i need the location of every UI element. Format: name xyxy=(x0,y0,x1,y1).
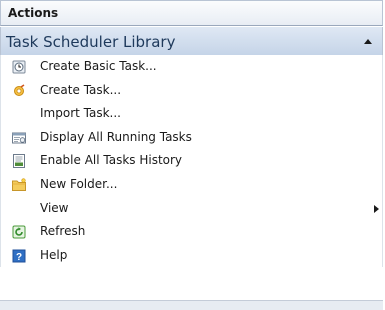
action-label: Create Basic Task... xyxy=(40,59,157,73)
action-import-task[interactable]: Import Task... xyxy=(1,102,382,126)
action-label: Import Task... xyxy=(40,106,121,121)
action-refresh[interactable]: Refresh xyxy=(1,220,382,244)
action-view[interactable]: View xyxy=(1,197,382,221)
action-label: Display All Running Tasks xyxy=(40,129,192,144)
action-label: New Folder... xyxy=(40,176,118,191)
action-label: Create Task... xyxy=(40,82,122,97)
action-enable-tasks-history[interactable]: Enable All Tasks History xyxy=(1,149,382,173)
help-icon: ? xyxy=(12,249,26,263)
section-title: Task Scheduler Library xyxy=(6,33,176,51)
action-create-task[interactable]: Create Task... xyxy=(1,79,382,103)
action-label: Enable All Tasks History xyxy=(40,153,183,168)
section-header-task-scheduler-library[interactable]: Task Scheduler Library xyxy=(0,27,383,55)
running-tasks-icon xyxy=(12,132,26,144)
action-label: View xyxy=(40,200,69,215)
pane-footer xyxy=(0,301,383,310)
action-create-basic-task[interactable]: Create Basic Task... xyxy=(1,55,382,79)
action-label: Refresh xyxy=(40,224,86,239)
svg-text:?: ? xyxy=(16,252,22,263)
action-new-folder[interactable]: New Folder... xyxy=(1,173,382,197)
actions-pane-title: Actions xyxy=(0,0,383,26)
task-gear-icon xyxy=(14,83,25,96)
refresh-icon xyxy=(12,225,26,239)
action-list: Create Basic Task... Create Task... Impo… xyxy=(0,55,383,268)
chevron-up-icon[interactable] xyxy=(364,39,372,44)
folder-icon xyxy=(12,178,26,191)
history-icon xyxy=(13,154,25,169)
clock-wizard-icon xyxy=(12,60,26,74)
action-display-running-tasks[interactable]: Display All Running Tasks xyxy=(1,126,382,150)
action-label: Help xyxy=(40,247,68,262)
chevron-right-icon xyxy=(374,204,379,213)
actions-pane: Actions Task Scheduler Library Create Ba… xyxy=(0,0,385,310)
action-help[interactable]: ? Help xyxy=(1,244,382,268)
